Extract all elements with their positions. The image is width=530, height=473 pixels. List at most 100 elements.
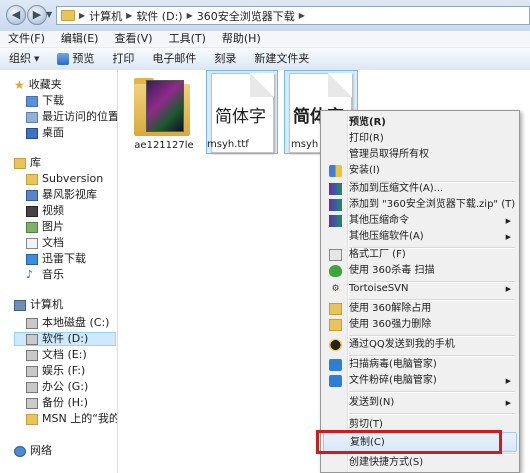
- network-icon: [14, 445, 26, 457]
- format-factory-icon: [329, 249, 342, 261]
- star-icon: ★: [14, 78, 25, 92]
- nav-item-label: 视频: [42, 204, 64, 217]
- menu-edit[interactable]: 编辑(E): [53, 31, 107, 47]
- organize-label: 组织: [9, 52, 31, 65]
- nav-item-label: 音乐: [42, 268, 64, 281]
- menu-help[interactable]: 帮助(H): [214, 31, 269, 47]
- copy-highlight-box: [316, 430, 502, 454]
- nav-computer[interactable]: 计算机: [14, 298, 63, 312]
- nav-item-music[interactable]: ♪ 音乐: [26, 268, 64, 282]
- ctx-label: 使用 360强力删除: [349, 319, 432, 330]
- nav-drive-d[interactable]: 软件 (D:): [14, 332, 116, 346]
- ctx-send-to[interactable]: 发送到(N) ▶: [323, 393, 517, 413]
- new-folder-button[interactable]: 新建文件夹: [245, 49, 318, 69]
- font-preview-glyph: 简体字: [215, 107, 266, 127]
- nav-item-label: 本地磁盘 (C:): [42, 316, 110, 329]
- nav-item-subversion[interactable]: Subversion: [26, 172, 103, 186]
- ctx-label: 安装(I): [349, 165, 380, 176]
- nav-item-downloads[interactable]: 下载: [26, 94, 64, 108]
- folder-unlock-icon: [329, 303, 342, 315]
- nav-drive-g[interactable]: 办公 (G:): [26, 380, 88, 394]
- organize-button[interactable]: 组织 ▼: [0, 49, 48, 69]
- nav-item-video[interactable]: 视频: [26, 204, 64, 218]
- preview-button[interactable]: 预览: [48, 49, 103, 69]
- chevron-right-icon[interactable]: ▶: [187, 11, 193, 20]
- ctx-label: TortoiseSVN: [349, 283, 409, 294]
- nav-item-label: 下载: [42, 94, 64, 107]
- navigation-pane: ★ 收藏夹 下载 最近访问的位置 桌面 库 Subversion 暴风影视库 视…: [0, 70, 118, 473]
- breadcrumb-computer[interactable]: 计算机: [89, 8, 122, 24]
- nav-item-label: Subversion: [42, 172, 104, 185]
- file-item-msyh-ttf[interactable]: 简体字 msyh.ttf: [206, 70, 278, 154]
- nav-favorites[interactable]: ★ 收藏夹: [14, 78, 62, 92]
- ctx-qq-send-to-phone[interactable]: 通过QQ发送到我的手机: [323, 335, 517, 355]
- ctx-install[interactable]: 安装(I): [323, 161, 517, 181]
- nav-item-desktop[interactable]: 桌面: [26, 126, 64, 140]
- documents-icon: [26, 237, 38, 249]
- 360-antivirus-icon: [329, 265, 342, 277]
- nav-item-baofeng[interactable]: 暴风影视库: [26, 188, 97, 202]
- nav-drive-c[interactable]: 本地磁盘 (C:): [26, 316, 109, 330]
- nav-item-thunder[interactable]: 迅雷下载: [26, 252, 86, 266]
- nav-item-pictures[interactable]: 图片: [26, 220, 64, 234]
- address-box[interactable]: ▶ 计算机 ▶ 软件 (D:) ▶ 360安全浏览器下载 ▶: [56, 6, 530, 25]
- nav-drive-e[interactable]: 文档 (E:): [26, 348, 87, 362]
- library-icon: [14, 157, 26, 169]
- submenu-arrow-icon: ▶: [505, 377, 511, 385]
- ctx-label: 使用 360杀毒 扫描: [349, 265, 435, 276]
- context-menu: 预览(R) 打印(R) 管理员取得所有权 安装(I) 添加到压缩文件(A)...…: [320, 110, 520, 473]
- network-folder-icon: [26, 413, 38, 425]
- nav-item-label: 文档: [42, 236, 64, 249]
- ctx-pcmgr-shred[interactable]: 文件粉碎(电脑管家) ▶: [323, 371, 517, 391]
- nav-item-label: 暴风影视库: [42, 188, 97, 201]
- burn-button[interactable]: 刻录: [205, 49, 245, 69]
- nav-item-label: 娱乐 (F:): [42, 364, 86, 377]
- nav-network[interactable]: 网络: [14, 444, 52, 458]
- email-button[interactable]: 电子邮件: [143, 49, 205, 69]
- nav-network-label: 网络: [30, 444, 52, 457]
- ctx-label: 通过QQ发送到我的手机: [349, 339, 455, 350]
- video-library-icon: [26, 189, 38, 201]
- ctx-tortoisesvn[interactable]: ⚙ TortoiseSVN ▶: [323, 279, 517, 299]
- download-folder-icon: [26, 95, 38, 107]
- drive-icon: [26, 397, 38, 409]
- file-item-folder[interactable]: ae121127le: [128, 72, 200, 152]
- nav-item-recent-places[interactable]: 最近访问的位置: [26, 110, 117, 124]
- submenu-arrow-icon: ▶: [505, 399, 511, 407]
- submenu-arrow-icon: ▶: [505, 233, 511, 241]
- nav-libraries[interactable]: 库: [14, 156, 41, 170]
- ctx-360-force-delete[interactable]: 使用 360强力删除: [323, 315, 517, 335]
- file-name: ae121127le: [134, 140, 194, 151]
- chevron-right-icon[interactable]: ▶: [299, 11, 305, 20]
- forward-button[interactable]: ▶: [27, 5, 47, 25]
- menu-view[interactable]: 查看(V): [106, 31, 160, 47]
- chevron-right-icon[interactable]: ▶: [126, 11, 132, 20]
- drive-icon: [26, 349, 38, 361]
- folder-icon: [61, 10, 75, 21]
- nav-drive-f[interactable]: 娱乐 (F:): [26, 364, 85, 378]
- breadcrumb-current-folder[interactable]: 360安全浏览器下载: [197, 8, 295, 24]
- ctx-360-scan[interactable]: 使用 360杀毒 扫描: [323, 261, 517, 281]
- nav-item-label: 迅雷下载: [42, 252, 86, 265]
- nav-libraries-label: 库: [30, 156, 41, 169]
- nav-item-documents[interactable]: 文档: [26, 236, 64, 250]
- recent-places-icon: [26, 111, 38, 123]
- breadcrumb-drive-d[interactable]: 软件 (D:): [136, 8, 182, 24]
- nav-msn-network-place[interactable]: MSN 上的“我的网: [26, 412, 117, 426]
- nav-drive-h[interactable]: 备份 (H:): [26, 396, 88, 410]
- ctx-other-compress-software[interactable]: 其他压缩软件(A) ▶: [323, 227, 517, 247]
- menu-tools[interactable]: 工具(T): [161, 31, 214, 47]
- back-button[interactable]: ◀: [6, 5, 26, 25]
- recent-pages-chevron-icon[interactable]: ▼: [46, 10, 54, 20]
- winrar-icon: [329, 183, 342, 195]
- menu-file[interactable]: 文件(F): [0, 31, 53, 47]
- print-button[interactable]: 打印: [103, 49, 143, 69]
- ctx-label: 发送到(N): [349, 397, 395, 408]
- ctx-create-shortcut[interactable]: 创建快捷方式(S): [323, 453, 517, 473]
- computer-icon: [14, 299, 26, 311]
- drive-icon: [26, 333, 38, 345]
- thunder-download-icon: [26, 253, 38, 265]
- nav-favorites-label: 收藏夹: [28, 78, 62, 91]
- video-icon: [26, 205, 38, 217]
- chevron-right-icon[interactable]: ▶: [79, 11, 85, 20]
